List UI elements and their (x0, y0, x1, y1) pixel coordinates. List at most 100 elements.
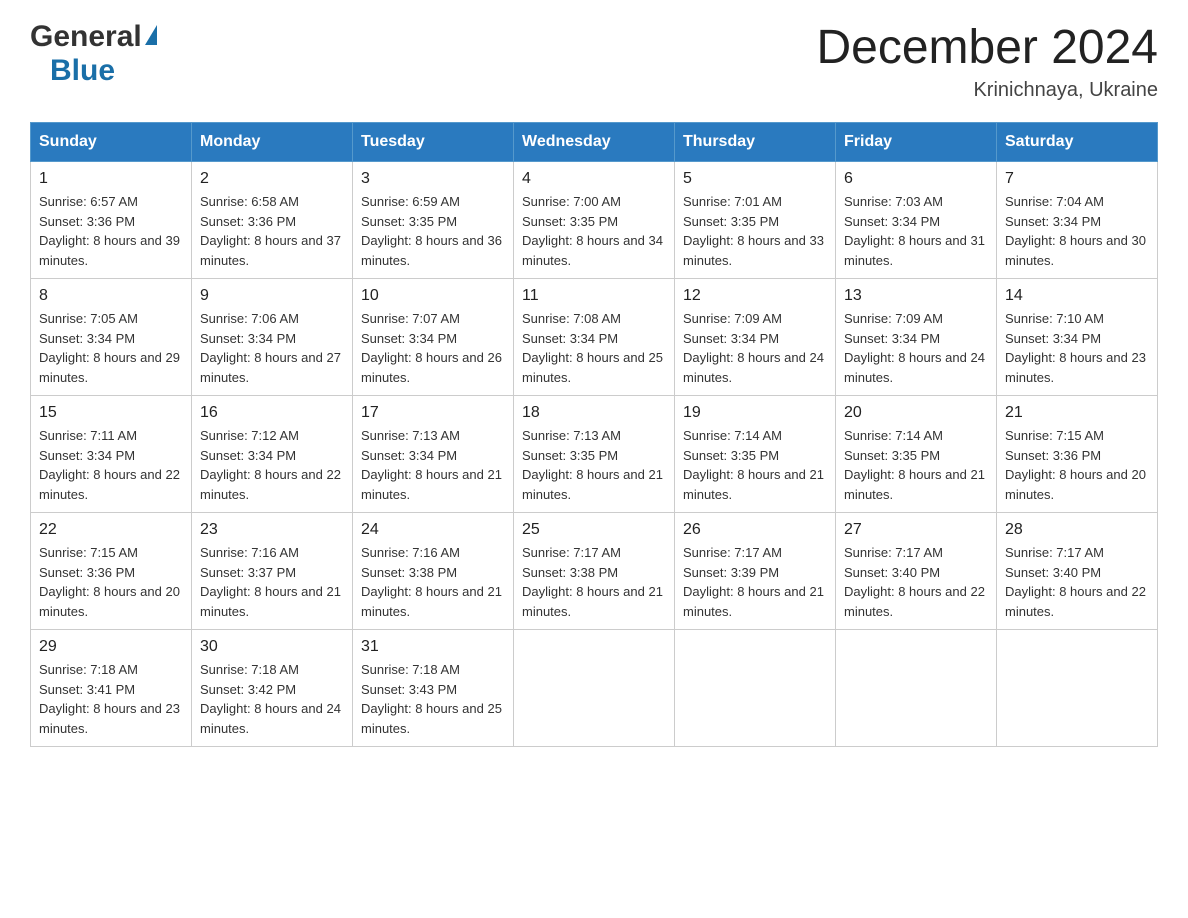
day-info: Sunrise: 6:58 AMSunset: 3:36 PMDaylight:… (200, 192, 344, 270)
day-info: Sunrise: 7:18 AMSunset: 3:41 PMDaylight:… (39, 660, 183, 738)
calendar-day-cell: 24 Sunrise: 7:16 AMSunset: 3:38 PMDayligh… (353, 513, 514, 630)
day-info: Sunrise: 6:57 AMSunset: 3:36 PMDaylight:… (39, 192, 183, 270)
day-number: 3 (361, 170, 505, 188)
calendar-day-cell: 22 Sunrise: 7:15 AMSunset: 3:36 PMDayligh… (31, 513, 192, 630)
calendar-day-cell: 8Sunrise: 7:05 AMSunset: 3:34 PMDaylight… (31, 279, 192, 396)
day-number: 31 (361, 638, 505, 656)
day-number: 12 (683, 287, 827, 305)
weekday-header-saturday: Saturday (997, 123, 1158, 162)
calendar-day-cell: 12 Sunrise: 7:09 AMSunset: 3:34 PMDayligh… (675, 279, 836, 396)
calendar-day-cell: 16 Sunrise: 7:12 AMSunset: 3:34 PMDayligh… (192, 396, 353, 513)
calendar-day-cell: 31 Sunrise: 7:18 AMSunset: 3:43 PMDayligh… (353, 630, 514, 747)
calendar-day-cell: 5 Sunrise: 7:01 AMSunset: 3:35 PMDaylight… (675, 162, 836, 279)
day-number: 10 (361, 287, 505, 305)
calendar-day-cell (836, 630, 997, 747)
location-label: Krinichnaya, Ukraine (816, 79, 1158, 102)
calendar-week-row: 22 Sunrise: 7:15 AMSunset: 3:36 PMDayligh… (31, 513, 1158, 630)
day-info: Sunrise: 7:17 AMSunset: 3:38 PMDaylight:… (522, 543, 666, 621)
day-number: 1 (39, 170, 183, 188)
day-info: Sunrise: 7:15 AMSunset: 3:36 PMDaylight:… (1005, 426, 1149, 504)
calendar-day-cell: 2 Sunrise: 6:58 AMSunset: 3:36 PMDaylight… (192, 162, 353, 279)
logo: General Blue (30, 20, 157, 88)
day-number: 16 (200, 404, 344, 422)
calendar-table: SundayMondayTuesdayWednesdayThursdayFrid… (30, 122, 1158, 747)
day-number: 23 (200, 521, 344, 539)
day-info: Sunrise: 7:03 AMSunset: 3:34 PMDaylight:… (844, 192, 988, 270)
weekday-header-friday: Friday (836, 123, 997, 162)
day-info: Sunrise: 7:17 AMSunset: 3:40 PMDaylight:… (844, 543, 988, 621)
day-number: 4 (522, 170, 666, 188)
day-number: 29 (39, 638, 183, 656)
calendar-week-row: 8Sunrise: 7:05 AMSunset: 3:34 PMDaylight… (31, 279, 1158, 396)
day-number: 13 (844, 287, 988, 305)
title-section: December 2024 Krinichnaya, Ukraine (816, 20, 1158, 102)
day-info: Sunrise: 7:16 AMSunset: 3:38 PMDaylight:… (361, 543, 505, 621)
day-number: 8 (39, 287, 183, 305)
day-number: 21 (1005, 404, 1149, 422)
day-number: 30 (200, 638, 344, 656)
day-info: Sunrise: 7:08 AMSunset: 3:34 PMDaylight:… (522, 309, 666, 387)
day-info: Sunrise: 7:07 AMSunset: 3:34 PMDaylight:… (361, 309, 505, 387)
day-info: Sunrise: 7:01 AMSunset: 3:35 PMDaylight:… (683, 192, 827, 270)
day-number: 26 (683, 521, 827, 539)
calendar-day-cell: 27 Sunrise: 7:17 AMSunset: 3:40 PMDayligh… (836, 513, 997, 630)
calendar-week-row: 1 Sunrise: 6:57 AMSunset: 3:36 PMDaylight… (31, 162, 1158, 279)
calendar-week-row: 15 Sunrise: 7:11 AMSunset: 3:34 PMDayligh… (31, 396, 1158, 513)
calendar-day-cell: 11Sunrise: 7:08 AMSunset: 3:34 PMDayligh… (514, 279, 675, 396)
day-number: 5 (683, 170, 827, 188)
calendar-day-cell: 23 Sunrise: 7:16 AMSunset: 3:37 PMDayligh… (192, 513, 353, 630)
calendar-day-cell: 28Sunrise: 7:17 AMSunset: 3:40 PMDayligh… (997, 513, 1158, 630)
calendar-day-cell: 20 Sunrise: 7:14 AMSunset: 3:35 PMDayligh… (836, 396, 997, 513)
day-number: 2 (200, 170, 344, 188)
day-info: Sunrise: 7:17 AMSunset: 3:39 PMDaylight:… (683, 543, 827, 621)
weekday-header-sunday: Sunday (31, 123, 192, 162)
calendar-day-cell: 21 Sunrise: 7:15 AMSunset: 3:36 PMDayligh… (997, 396, 1158, 513)
day-info: Sunrise: 7:13 AMSunset: 3:35 PMDaylight:… (522, 426, 666, 504)
calendar-day-cell: 18 Sunrise: 7:13 AMSunset: 3:35 PMDayligh… (514, 396, 675, 513)
calendar-day-cell (514, 630, 675, 747)
calendar-day-cell: 13Sunrise: 7:09 AMSunset: 3:34 PMDayligh… (836, 279, 997, 396)
day-info: Sunrise: 7:14 AMSunset: 3:35 PMDaylight:… (844, 426, 988, 504)
logo-arrow-icon (145, 25, 157, 45)
calendar-week-row: 29 Sunrise: 7:18 AMSunset: 3:41 PMDayligh… (31, 630, 1158, 747)
logo-blue-text: Blue (50, 54, 115, 88)
day-info: Sunrise: 7:12 AMSunset: 3:34 PMDaylight:… (200, 426, 344, 504)
day-info: Sunrise: 7:04 AMSunset: 3:34 PMDaylight:… (1005, 192, 1149, 270)
day-number: 27 (844, 521, 988, 539)
weekday-header-tuesday: Tuesday (353, 123, 514, 162)
day-info: Sunrise: 7:15 AMSunset: 3:36 PMDaylight:… (39, 543, 183, 621)
day-info: Sunrise: 7:18 AMSunset: 3:42 PMDaylight:… (200, 660, 344, 738)
day-info: Sunrise: 7:11 AMSunset: 3:34 PMDaylight:… (39, 426, 183, 504)
calendar-day-cell: 6 Sunrise: 7:03 AMSunset: 3:34 PMDaylight… (836, 162, 997, 279)
logo-general-text: General (30, 20, 142, 54)
calendar-day-cell: 30 Sunrise: 7:18 AMSunset: 3:42 PMDayligh… (192, 630, 353, 747)
day-number: 20 (844, 404, 988, 422)
calendar-day-cell: 14Sunrise: 7:10 AMSunset: 3:34 PMDayligh… (997, 279, 1158, 396)
day-number: 24 (361, 521, 505, 539)
day-number: 28 (1005, 521, 1149, 539)
calendar-day-cell (675, 630, 836, 747)
day-info: Sunrise: 7:18 AMSunset: 3:43 PMDaylight:… (361, 660, 505, 738)
day-info: Sunrise: 7:16 AMSunset: 3:37 PMDaylight:… (200, 543, 344, 621)
calendar-day-cell: 1 Sunrise: 6:57 AMSunset: 3:36 PMDaylight… (31, 162, 192, 279)
day-number: 17 (361, 404, 505, 422)
calendar-day-cell: 29 Sunrise: 7:18 AMSunset: 3:41 PMDayligh… (31, 630, 192, 747)
calendar-day-cell: 25Sunrise: 7:17 AMSunset: 3:38 PMDayligh… (514, 513, 675, 630)
day-number: 19 (683, 404, 827, 422)
day-info: Sunrise: 7:14 AMSunset: 3:35 PMDaylight:… (683, 426, 827, 504)
day-number: 9 (200, 287, 344, 305)
day-number: 6 (844, 170, 988, 188)
calendar-day-cell: 9Sunrise: 7:06 AMSunset: 3:34 PMDaylight… (192, 279, 353, 396)
day-number: 15 (39, 404, 183, 422)
day-number: 22 (39, 521, 183, 539)
day-info: Sunrise: 7:13 AMSunset: 3:34 PMDaylight:… (361, 426, 505, 504)
weekday-header-row: SundayMondayTuesdayWednesdayThursdayFrid… (31, 123, 1158, 162)
calendar-day-cell: 7Sunrise: 7:04 AMSunset: 3:34 PMDaylight… (997, 162, 1158, 279)
weekday-header-thursday: Thursday (675, 123, 836, 162)
page-header: General Blue December 2024 Krinichnaya, … (30, 20, 1158, 102)
day-info: Sunrise: 7:09 AMSunset: 3:34 PMDaylight:… (683, 309, 827, 387)
day-number: 18 (522, 404, 666, 422)
calendar-day-cell: 10 Sunrise: 7:07 AMSunset: 3:34 PMDayligh… (353, 279, 514, 396)
calendar-day-cell: 17 Sunrise: 7:13 AMSunset: 3:34 PMDayligh… (353, 396, 514, 513)
calendar-day-cell: 19 Sunrise: 7:14 AMSunset: 3:35 PMDayligh… (675, 396, 836, 513)
